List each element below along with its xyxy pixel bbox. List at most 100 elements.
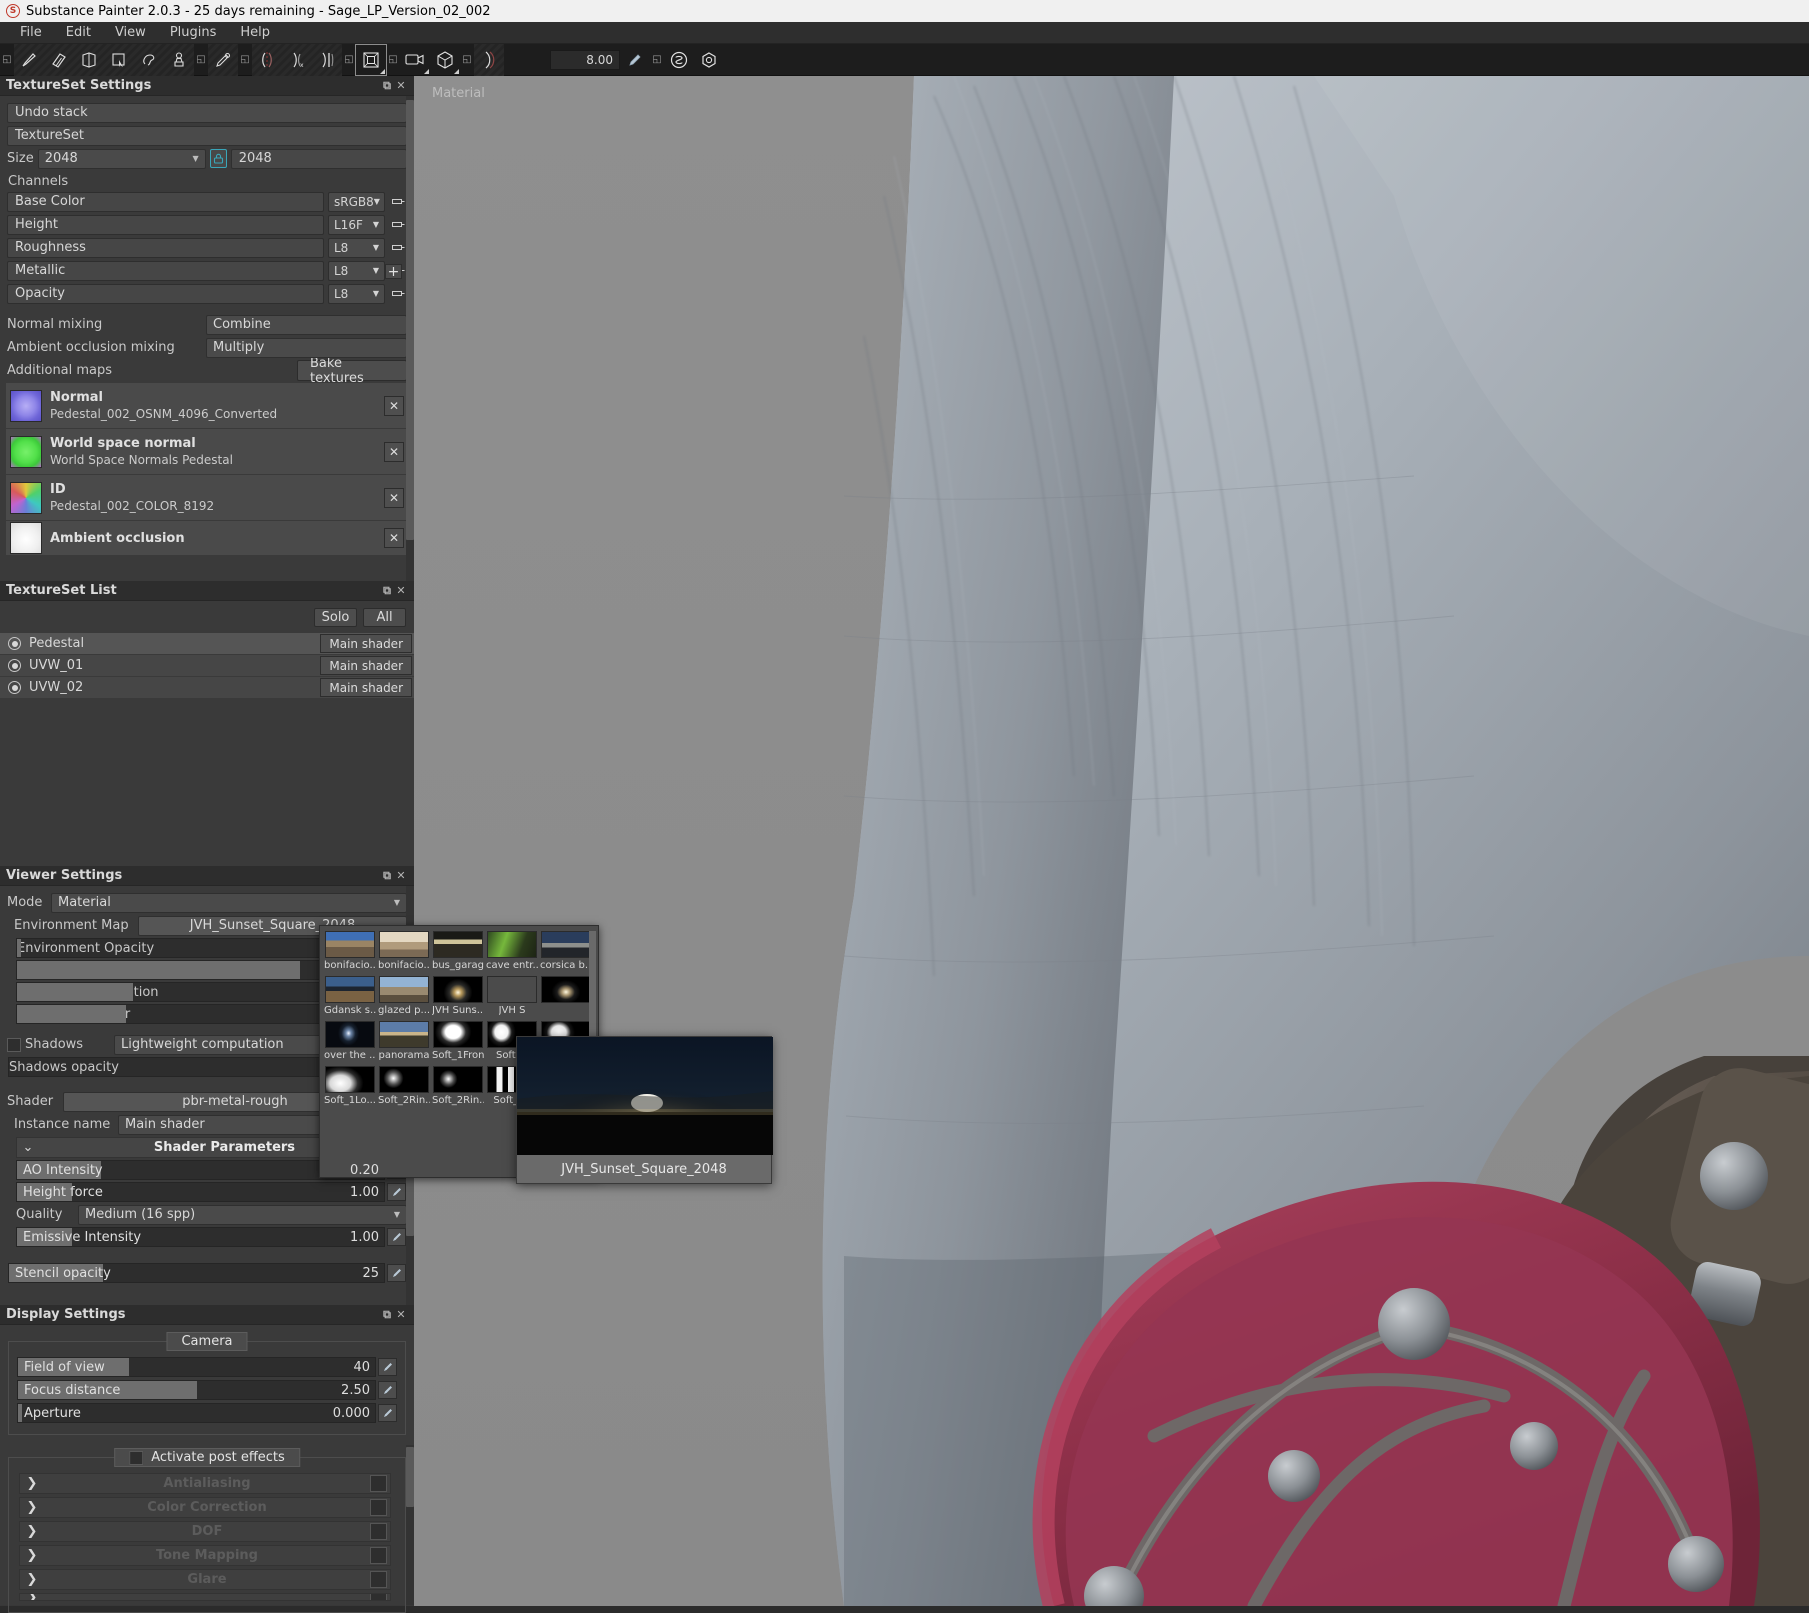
toolbar-expand-icon-6[interactable]: ◱ (460, 45, 474, 75)
eraser-icon[interactable] (44, 45, 74, 75)
curve-tool-icon[interactable] (474, 45, 504, 75)
field-of-view-slider[interactable]: Field of view 40 (17, 1357, 376, 1377)
float-icon-textureset-settings[interactable]: ⧉ (380, 79, 394, 93)
brush-size-value[interactable]: 8.00 (550, 49, 620, 70)
brush-size-edit-icon[interactable] (620, 45, 650, 75)
height-force-edit-icon[interactable] (387, 1183, 406, 1201)
remove-world-space-normal-icon[interactable]: ✕ (384, 441, 404, 462)
height-force-slider[interactable]: Height force 1.00 (16, 1182, 385, 1202)
menu-view[interactable]: View (103, 23, 158, 42)
effect-row-next-partial[interactable]: ❯ (19, 1593, 391, 1601)
env-thumb-soft-2rin-b[interactable]: Soft_2Rin... (432, 1066, 484, 1109)
projection-icon[interactable] (74, 45, 104, 75)
effect-toggle-antialiasing[interactable] (370, 1475, 387, 1492)
env-thumb-cave-entrance[interactable]: cave entr... (486, 931, 538, 974)
toolbar-expand-icon-5[interactable]: ◱ (386, 45, 400, 75)
all-button[interactable]: All (363, 608, 406, 627)
view-3d-icon[interactable] (355, 43, 387, 76)
emissive-intensity-slider[interactable]: Emissive Intensity 1.00 (16, 1227, 385, 1247)
undo-stack-row[interactable]: Undo stack (7, 102, 407, 123)
env-thumb-corsica[interactable]: corsica b... (540, 931, 592, 974)
visibility-radio-uvw-01[interactable] (8, 659, 21, 672)
toolbar-expand-icon-7[interactable]: ◱ (650, 45, 664, 75)
symmetry-mirror-icon[interactable] (312, 45, 342, 75)
effect-row-antialiasing[interactable]: ❯ Antialiasing (19, 1473, 391, 1494)
channel-delete-icon-base-color[interactable] (389, 192, 407, 212)
close-icon-textureset-list[interactable]: ✕ (394, 584, 408, 597)
env-thumb-gdansk[interactable]: Gdansk s... (324, 976, 376, 1019)
ao-mixing-combo[interactable]: Multiply (206, 337, 407, 358)
textureset-row-uvw-02[interactable]: UVW_02 Main shader (0, 677, 414, 698)
channel-format-opacity[interactable]: L8 ▼ (328, 283, 385, 304)
env-thumb-soft-1lo[interactable]: Soft_1Lo... (324, 1066, 376, 1109)
viewer-mode-combo[interactable]: Material ▼ (51, 892, 407, 913)
textureset-shader-uvw-01[interactable]: Main shader (320, 656, 412, 675)
normal-mixing-combo[interactable]: Combine (206, 314, 407, 335)
clone-stamp-icon[interactable] (164, 45, 194, 75)
float-icon-viewer-settings[interactable]: ⧉ (380, 869, 394, 883)
env-thumb-jvh-sunset-3[interactable] (540, 976, 592, 1019)
close-icon-textureset-settings[interactable]: ✕ (394, 79, 408, 92)
menu-help[interactable]: Help (228, 23, 282, 42)
effect-toggle-tone-mapping[interactable] (370, 1547, 387, 1564)
float-icon-textureset-list[interactable]: ⧉ (380, 584, 394, 598)
toolbar-expand-icon-3[interactable]: ◱ (238, 45, 252, 75)
focus-distance-slider[interactable]: Focus distance 2.50 (17, 1380, 376, 1400)
channel-row-opacity[interactable]: Opacity L8 ▼ (7, 283, 407, 304)
textureset-row-uvw-01[interactable]: UVW_01 Main shader (0, 655, 414, 676)
textureset-settings-scroll-thumb[interactable] (406, 100, 414, 540)
environment-picker-scroll-thumb[interactable] (589, 931, 596, 1051)
channel-delete-icon-roughness[interactable] (389, 238, 407, 258)
menu-edit[interactable]: Edit (54, 23, 103, 42)
env-thumb-over-the[interactable]: over the ... (324, 1021, 376, 1064)
textureset-field[interactable]: TextureSet (7, 125, 407, 146)
bake-textures-button[interactable]: Bake textures (297, 356, 407, 386)
textureset-row[interactable]: TextureSet (7, 125, 407, 146)
focus-distance-edit-icon[interactable] (378, 1381, 397, 1399)
toolbar-expand-icon-4[interactable]: ◱ (342, 45, 356, 75)
activate-post-effects-toggle[interactable]: Activate post effects (114, 1448, 300, 1467)
menu-file[interactable]: File (8, 23, 54, 42)
env-thumb-bonifacio-1[interactable]: bonifacio... (324, 931, 376, 974)
camera-view-icon[interactable] (400, 45, 430, 75)
env-thumb-soft-2rin-a[interactable]: Soft_2Rin... (378, 1066, 430, 1109)
display-settings-scrollbar[interactable] (406, 1445, 414, 1605)
aperture-edit-icon[interactable] (378, 1404, 397, 1422)
add-channel-button[interactable]: + (385, 264, 402, 279)
toolbar-expand-icon-2[interactable]: ◱ (194, 45, 208, 75)
effect-toggle-color-correction[interactable] (370, 1499, 387, 1516)
channel-delete-icon-height[interactable] (389, 215, 407, 235)
menu-plugins[interactable]: Plugins (158, 23, 229, 42)
visibility-radio-pedestal[interactable] (8, 637, 21, 650)
channel-row-base-color[interactable]: Base Color sRGB8 ▼ (7, 191, 407, 212)
effect-row-dof[interactable]: ❯ DOF (19, 1521, 391, 1542)
env-thumb-glazed-p[interactable]: glazed p... (378, 976, 430, 1019)
env-thumb-bus-garage[interactable]: bus_garage (432, 931, 484, 974)
channel-format-base-color[interactable]: sRGB8 ▼ (328, 191, 385, 212)
remove-id-map-icon[interactable]: ✕ (384, 487, 404, 508)
env-thumb-bonifacio-2[interactable]: bonifacio... (378, 931, 430, 974)
symmetry-icon[interactable] (252, 45, 282, 75)
paint-brush-icon[interactable] (14, 45, 44, 75)
channel-delete-icon-opacity[interactable] (389, 284, 407, 304)
activate-post-effects-checkbox[interactable] (129, 1450, 144, 1465)
effect-row-color-correction[interactable]: ❯ Color Correction (19, 1497, 391, 1518)
substance-source-icon[interactable] (664, 45, 694, 75)
env-thumb-jvh-sunset-1[interactable]: JVH Suns... (432, 976, 484, 1019)
effect-row-tone-mapping[interactable]: ❯ Tone Mapping (19, 1545, 391, 1566)
textureset-shader-uvw-02[interactable]: Main shader (320, 678, 412, 697)
channel-row-metallic[interactable]: Metallic L8 ▼ (7, 260, 407, 281)
shadows-checkbox[interactable] (7, 1037, 21, 1052)
quality-combo[interactable]: Medium (16 spp) ▼ (78, 1204, 407, 1225)
display-settings-scroll-thumb[interactable] (406, 1447, 414, 1507)
smudge-icon[interactable] (134, 45, 164, 75)
stencil-opacity-edit-icon[interactable] (387, 1264, 406, 1282)
channel-format-height[interactable]: L16F ▼ (328, 214, 385, 235)
size-combo[interactable]: 2048 ▼ (37, 148, 206, 169)
cube-view-icon[interactable] (430, 45, 460, 75)
field-of-view-edit-icon[interactable] (378, 1358, 397, 1376)
effect-toggle-next[interactable] (370, 1594, 387, 1600)
env-thumb-jvh-sunset-2[interactable]: JVH S (486, 976, 538, 1019)
geometry-fill-icon[interactable] (104, 45, 134, 75)
size-lock-icon[interactable] (209, 149, 227, 168)
